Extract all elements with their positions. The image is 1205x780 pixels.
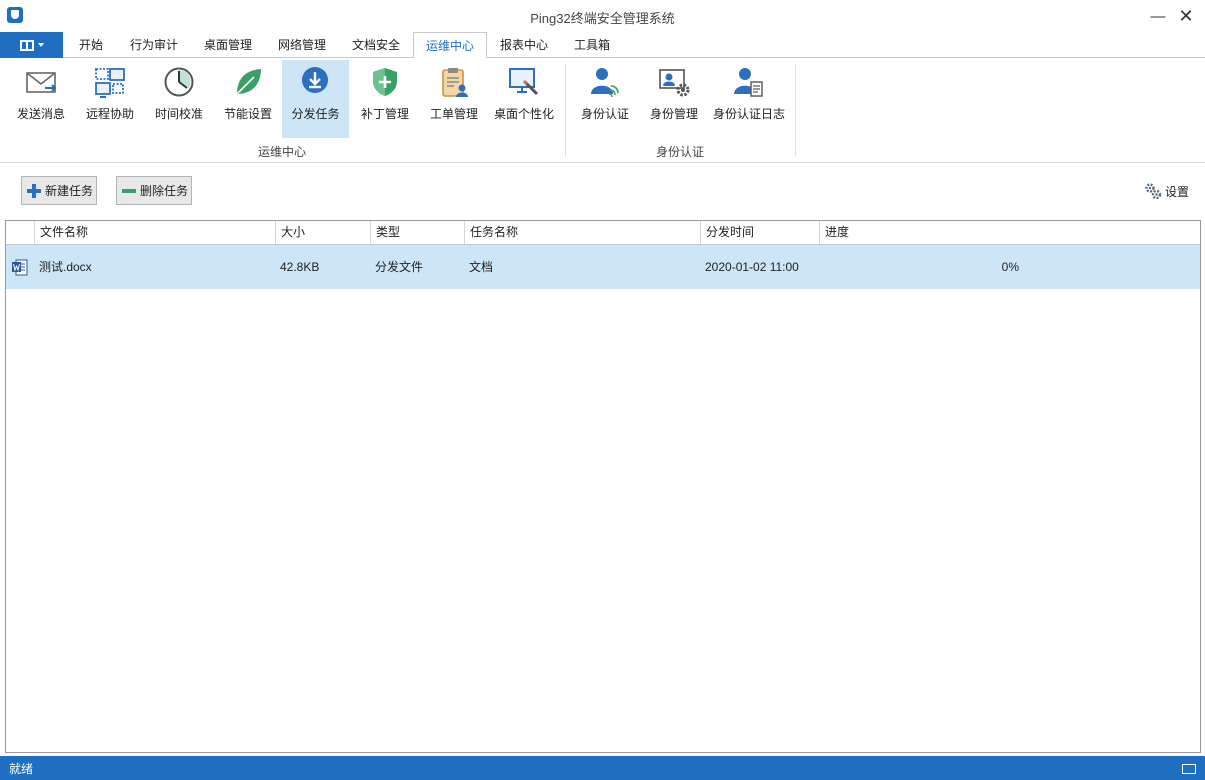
tab-behavior-audit[interactable]: 行为审计	[120, 32, 188, 58]
column-header-file-name[interactable]: 文件名称	[34, 221, 275, 244]
cell-file-name: 测试.docx	[39, 260, 92, 274]
plus-icon	[27, 183, 41, 198]
cell-progress: 0%	[1001, 260, 1019, 274]
word-document-icon	[12, 259, 28, 276]
distribute-task-button[interactable]: 分发任务	[282, 60, 349, 138]
ribbon: 发送消息 远程协助 时间校准 节能设置 分发任务 补丁管理 工单管理 桌面个性化…	[0, 58, 1205, 163]
ticket-management-button[interactable]: 工单管理	[421, 62, 487, 136]
user-fingerprint-icon	[591, 68, 619, 98]
energy-saving-button[interactable]: 节能设置	[215, 62, 281, 136]
tab-ops-center[interactable]: 运维中心	[413, 32, 487, 59]
column-header-progress[interactable]: 进度	[819, 221, 1200, 244]
tab-report-center[interactable]: 报表中心	[490, 32, 558, 58]
cell-type: 分发文件	[375, 260, 424, 274]
desktop-personalize-label: 桌面个性化	[493, 107, 554, 121]
envelope-icon	[26, 72, 57, 93]
resize-grip-icon[interactable]	[1182, 764, 1196, 774]
download-icon	[302, 67, 328, 93]
leaf-icon	[236, 69, 261, 95]
settings-label: 设置	[1165, 184, 1190, 199]
clock-icon	[164, 67, 194, 97]
new-task-button[interactable]: 新建任务	[21, 176, 97, 205]
window-title: Ping32终端安全管理系统	[530, 11, 675, 26]
identity-management-label: 身份管理	[649, 107, 698, 121]
status-bar: 就绪	[0, 756, 1205, 780]
column-header-task-name[interactable]: 任务名称	[464, 221, 700, 244]
user-gear-icon	[659, 69, 690, 97]
desktop-personalize-button[interactable]: 桌面个性化	[491, 62, 557, 136]
tab-network-management[interactable]: 网络管理	[268, 32, 336, 58]
title-bar: Ping32终端安全管理系统 — ✕	[0, 0, 1205, 32]
delete-task-button[interactable]: 删除任务	[116, 176, 192, 205]
identity-auth-button[interactable]: 身份认证	[572, 62, 638, 136]
shield-icon	[373, 68, 397, 96]
send-message-button[interactable]: 发送消息	[8, 62, 74, 136]
column-header-time[interactable]: 分发时间	[700, 221, 819, 244]
panel-icon	[20, 40, 34, 51]
remote-desktop-icon	[95, 68, 125, 98]
delete-task-label: 删除任务	[140, 184, 189, 198]
menu-bar: 开始 行为审计 桌面管理 网络管理 文档安全 运维中心 报表中心 工具箱	[0, 32, 1205, 59]
tab-desktop-management[interactable]: 桌面管理	[194, 32, 262, 58]
cell-size: 42.8KB	[280, 260, 320, 274]
table-row[interactable]: 测试.docx 42.8KB 分发文件 文档 2020-01-02 11:00 …	[6, 245, 1200, 289]
ribbon-group-label-ops: 运维中心	[257, 145, 306, 159]
new-task-label: 新建任务	[45, 184, 94, 198]
minimize-button[interactable]: —	[1143, 0, 1173, 32]
patch-management-button[interactable]: 补丁管理	[352, 62, 418, 136]
cell-time: 2020-01-02 11:00	[705, 260, 799, 274]
ribbon-group-separator	[795, 64, 796, 156]
identity-management-button[interactable]: 身份管理	[641, 62, 707, 136]
gears-icon	[1145, 183, 1162, 200]
chevron-down-icon	[38, 43, 44, 47]
task-grid[interactable]: 文件名称 大小 类型 任务名称 分发时间 进度 测试.docx 42.8KB 分…	[5, 220, 1201, 753]
settings-button[interactable]: 设置	[1144, 182, 1189, 200]
monitor-brush-icon	[509, 68, 539, 96]
app-menu-button[interactable]	[0, 32, 63, 58]
tab-document-security[interactable]: 文档安全	[342, 32, 410, 58]
status-text: 就绪	[9, 762, 34, 776]
time-sync-button[interactable]: 时间校准	[146, 62, 212, 136]
identity-auth-log-label: 身份认证日志	[712, 107, 785, 121]
ribbon-group-label-identity: 身份认证	[655, 145, 704, 159]
grid-header: 文件名称 大小 类型 任务名称 分发时间 进度	[6, 221, 1200, 245]
column-header-size[interactable]: 大小	[275, 221, 370, 244]
clipboard-icon	[442, 68, 468, 97]
tab-toolbox[interactable]: 工具箱	[562, 32, 622, 58]
identity-auth-log-button[interactable]: 身份认证日志	[713, 62, 785, 136]
column-header-type[interactable]: 类型	[370, 221, 464, 244]
remote-assist-button[interactable]: 远程协助	[77, 62, 143, 136]
tab-start[interactable]: 开始	[68, 32, 114, 58]
user-document-icon	[734, 68, 763, 97]
minus-icon	[122, 184, 136, 198]
cell-task-name: 文档	[469, 260, 494, 274]
close-button[interactable]: ✕	[1171, 0, 1201, 32]
